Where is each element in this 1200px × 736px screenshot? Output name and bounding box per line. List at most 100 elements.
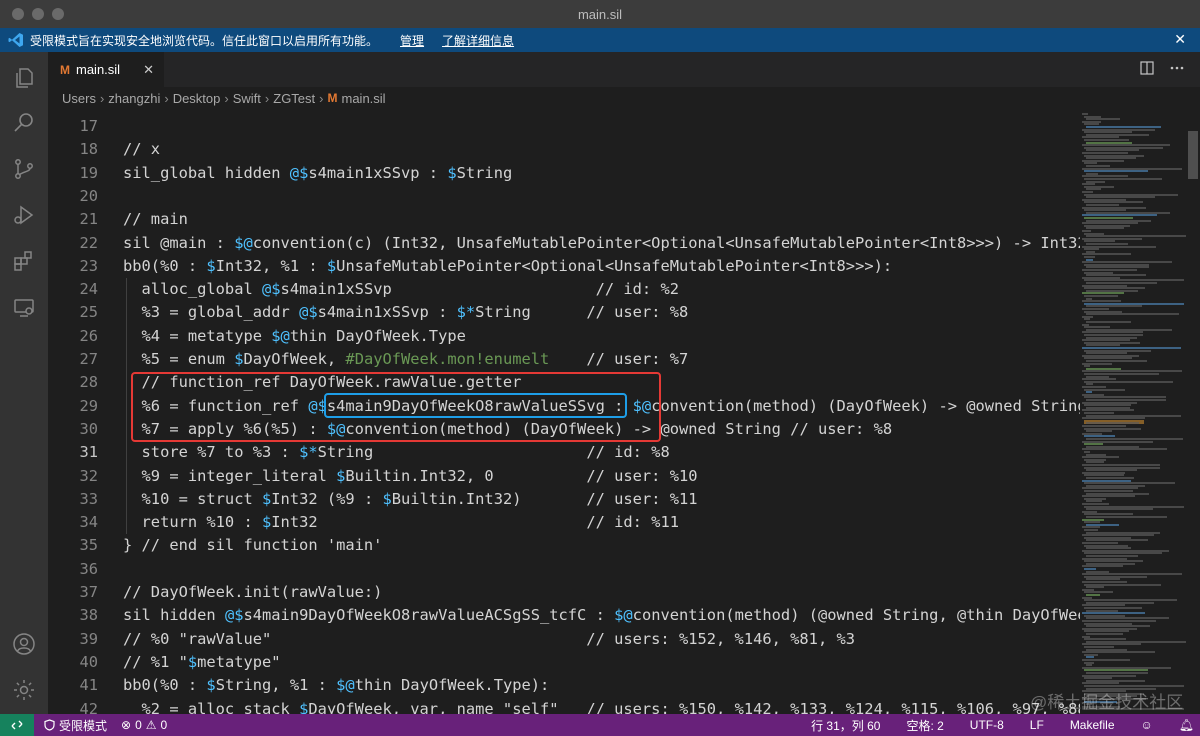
restricted-mode-status[interactable]: 受限模式 [44,717,107,734]
breadcrumb-swift[interactable]: Swift [233,91,261,106]
code-line[interactable]: 41 bb0(%0 : $String, %1 : $@thin DayOfWee… [48,674,1080,697]
minimap[interactable] [1080,109,1186,714]
line-number: 34 [79,513,98,532]
run-debug-icon[interactable] [8,199,40,231]
breadcrumb-main-sil[interactable]: main.sil [342,91,386,106]
source-control-icon[interactable] [8,153,40,185]
cursor-position[interactable]: 行 31，列 60 [811,717,880,734]
minimap-line [1084,380,1173,383]
breadcrumb-desktop[interactable]: Desktop [173,91,221,106]
line-number: 28 [79,373,98,392]
line-number: 42 [79,699,98,715]
chevron-right-icon: › [99,90,105,106]
line-code: sil @main : $@convention(c) (Int32, Unsa… [123,233,1080,252]
indentation[interactable]: 空格: 2 [906,717,943,734]
code-line[interactable]: 40 // %1 "$metatype" [48,651,1080,674]
line-number: 29 [79,396,98,415]
code-line[interactable]: 22 sil @main : $@convention(c) (Int32, Un… [48,232,1080,255]
code-line[interactable]: 35} // end sil function 'main' [48,534,1080,557]
explorer-icon[interactable] [8,62,40,94]
account-icon[interactable] [8,628,40,660]
line-code: // DayOfWeek.init(rawValue:) [123,583,383,601]
manage-link[interactable]: 管理 [400,32,424,49]
vertical-scrollbar[interactable] [1186,109,1200,714]
chevron-right-icon: › [319,90,324,106]
code-line[interactable]: 36 [48,558,1080,581]
minimap-line [1086,313,1179,316]
line-code: %9 = integer_literal $Builtin.Int32, 0 /… [123,466,698,485]
code-line[interactable]: 23 bb0(%0 : $Int32, %1 : $UnsafeMutablePo… [48,255,1080,278]
code-line[interactable]: 33 %10 = struct $Int32 (%9 : $Builtin.In… [48,488,1080,511]
line-number: 25 [79,303,98,322]
code-line[interactable]: 31 store %7 to %3 : $*String // id: %8 [48,441,1080,464]
settings-gear-icon[interactable] [8,674,40,706]
line-number: 39 [79,629,98,648]
minimap-line [1086,633,1123,635]
line-code: // x [123,140,161,159]
code-line[interactable]: 24 alloc_global @$s4main1xSSvp // id: %2 [48,278,1080,301]
line-code: store %7 to %3 : $*String // id: %8 [123,443,670,462]
notifications-bell-icon[interactable]: 🔔︎ [1179,718,1194,732]
window-title: main.sil [577,6,623,22]
code-line[interactable]: 25 %3 = global_addr @$s4main1xSSvp : $*S… [48,301,1080,324]
feedback-icon[interactable]: ☺ [1141,718,1153,732]
line-code: alloc_global @$s4main1xSSvp // id: %2 [123,280,679,299]
line-number: 26 [79,326,98,345]
status-bar: 受限模式 ⊗ 0 ⚠ 0 行 31，列 60 空格: 2 UTF-8 LF Ma… [0,714,1200,736]
maximize-window-button[interactable] [52,8,64,20]
learn-more-link[interactable]: 了解详细信息 [442,32,514,49]
line-code: // %1 "$metatype" [123,652,281,671]
line-number: 36 [79,559,98,578]
end-of-line[interactable]: LF [1030,718,1044,732]
code-line[interactable]: 34 return %10 : $Int32 // id: %11 [48,511,1080,534]
code-line[interactable]: 20 [48,185,1080,208]
line-number: 19 [79,163,98,182]
line-code: return %10 : $Int32 // id: %11 [123,513,679,532]
title-bar: main.sil [0,0,1200,28]
banner-close-icon[interactable]: ✕ [1174,31,1186,48]
line-code: %4 = metatype $@thin DayOfWeek.Type [123,326,466,345]
scrollbar-thumb[interactable] [1188,131,1198,179]
extensions-icon[interactable] [8,245,40,277]
line-number: 18 [79,140,98,159]
language-mode[interactable]: Makefile [1070,718,1115,732]
line-code: bb0(%0 : $String, %1 : $@thin DayOfWeek.… [123,676,550,695]
line-number: 23 [79,256,98,275]
breadcrumb-zgtest[interactable]: ZGTest [273,91,315,106]
code-line[interactable]: 17 [48,115,1080,138]
remote-indicator-icon[interactable] [0,714,34,736]
code-line[interactable]: 26 %4 = metatype $@thin DayOfWeek.Type [48,325,1080,348]
editor-actions [1140,61,1184,75]
code-line[interactable]: 32 %9 = integer_literal $Builtin.Int32, … [48,465,1080,488]
code-line[interactable]: 27 %5 = enum $DayOfWeek, #DayOfWeek.mon!… [48,348,1080,371]
window-controls[interactable] [12,8,64,20]
tab-main-sil[interactable]: M main.sil ✕ [48,52,164,87]
minimize-window-button[interactable] [32,8,44,20]
error-icon: ⊗ [121,718,132,732]
code-line[interactable]: 21 // main [48,208,1080,231]
breadcrumb-zhangzhi[interactable]: zhangzhi [108,91,160,106]
remote-explorer-icon[interactable] [8,292,40,324]
split-editor-icon[interactable] [1140,61,1154,75]
breadcrumb-users[interactable]: Users [62,91,96,106]
more-actions-icon[interactable] [1170,61,1184,75]
makefile-file-icon: M [327,91,338,105]
code-line[interactable]: 18 // x [48,138,1080,161]
code-line[interactable]: 39 // %0 "rawValue" // users: %152, %146,… [48,628,1080,651]
line-code: sil_global hidden @$s4main1xSSvp : $Stri… [123,163,513,182]
restricted-mode-banner: 受限模式旨在实现安全地浏览代码。信任此窗口以启用所有功能。 管理 了解详细信息 … [0,28,1200,52]
code-line[interactable]: 19 sil_global hidden @$s4main1xSSvp : $St… [48,162,1080,185]
search-icon[interactable] [8,107,40,139]
encoding[interactable]: UTF-8 [970,718,1004,732]
problems-status[interactable]: ⊗ 0 ⚠ 0 [121,718,167,732]
code-line[interactable]: 42 %2 = alloc_stack $DayOfWeek, var, nam… [48,698,1080,715]
blue-highlight-box [324,393,627,418]
line-number: 35 [79,536,98,555]
close-window-button[interactable] [12,8,24,20]
tab-close-icon[interactable]: ✕ [143,62,154,78]
line-number: 31 [79,443,98,462]
code-line[interactable]: 37 // DayOfWeek.init(rawValue:) [48,581,1080,604]
code-editor[interactable]: 17 18 // x 19 sil_global hidden @$s4main1xSS… [48,109,1080,714]
code-line[interactable]: 38 sil hidden @$s4main9DayOfWeekO8rawValu… [48,604,1080,627]
watermark: @稀土掘金技术社区 [1030,693,1184,712]
